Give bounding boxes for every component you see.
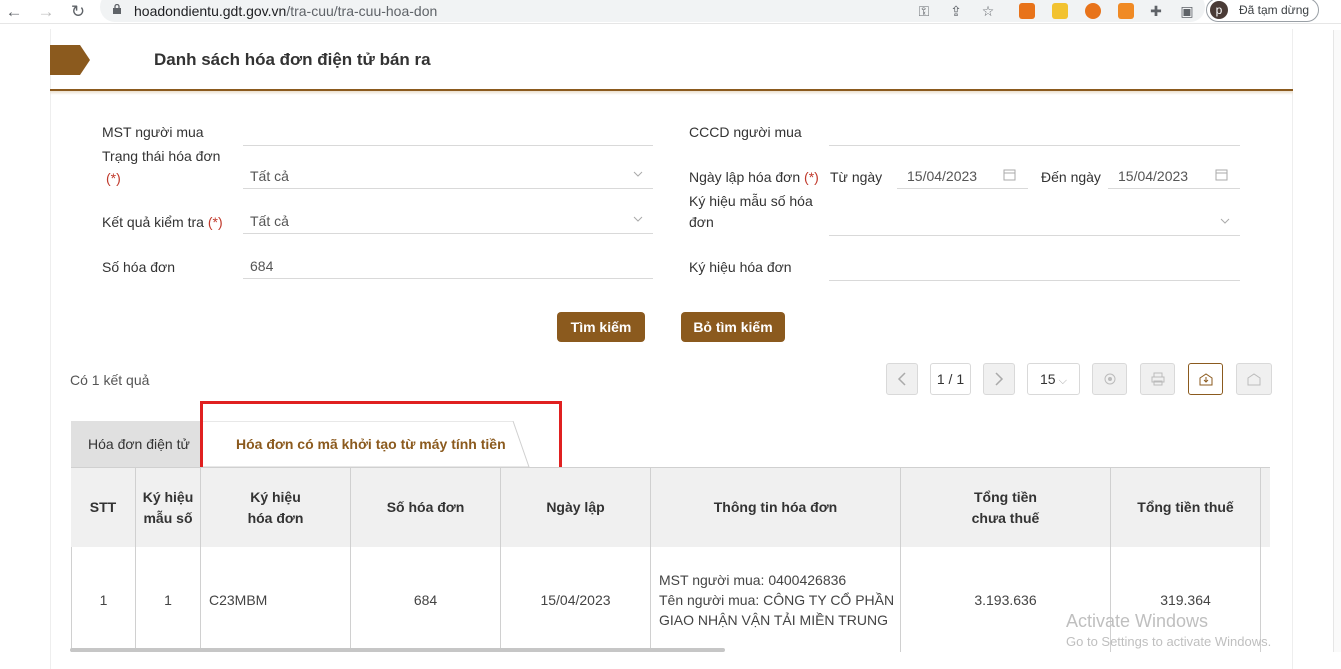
view-button[interactable] xyxy=(1092,363,1127,395)
template-label-2: đơn xyxy=(689,214,714,230)
tab-e-invoice[interactable]: Hóa đơn điện tử xyxy=(71,421,201,467)
cell-info: MST người mua: 0400426836 Tên người mua:… xyxy=(651,547,901,652)
mst-input[interactable] xyxy=(243,122,653,146)
cccd-input[interactable] xyxy=(829,122,1240,146)
print-button[interactable] xyxy=(1140,363,1175,395)
cell-stt: 1 xyxy=(71,547,136,652)
symbol-label: Ký hiệu hóa đơn xyxy=(689,259,792,275)
result-check-label: Kết quả kiểm tra (*) xyxy=(102,214,223,230)
share-icon[interactable]: ⇪ xyxy=(948,3,964,19)
avatar: p xyxy=(1210,1,1228,19)
activate-windows-title: Activate Windows xyxy=(1066,611,1209,631)
page-indicator: 1 / 1 xyxy=(930,363,971,395)
template-select[interactable] xyxy=(829,212,1240,236)
url-text[interactable]: hoadondientu.gdt.gov.vn/tra-cuu/tra-cuu-… xyxy=(134,3,437,19)
cell-date: 15/04/2023 xyxy=(501,547,651,652)
header-total-tax: Tổng tiền thuế xyxy=(1111,467,1261,547)
prev-page-button[interactable] xyxy=(886,363,918,395)
page-title: Danh sách hóa đơn điện tử bán ra xyxy=(154,50,431,69)
header-info: Thông tin hóa đơn xyxy=(651,467,901,547)
result-count: Có 1 kết quả xyxy=(70,372,150,388)
calendar-icon xyxy=(1215,169,1228,181)
page-scrollbar[interactable] xyxy=(1333,30,1341,652)
cell-template: 1 xyxy=(136,547,201,652)
highlight-box xyxy=(200,401,562,477)
template-label: Ký hiệu mẫu số hóa xyxy=(689,193,813,209)
chevron-down-icon xyxy=(633,171,643,177)
result-check-select[interactable]: Tất cả xyxy=(243,210,653,234)
invoice-number-input[interactable]: 684 xyxy=(243,255,653,279)
reload-icon[interactable]: ↻ xyxy=(68,2,88,22)
to-date-label: Đến ngày xyxy=(1041,169,1101,185)
from-date-label: Từ ngày xyxy=(830,169,883,185)
clear-search-button[interactable]: Bỏ tìm kiếm xyxy=(681,312,785,342)
mst-label: MST người mua xyxy=(102,124,204,140)
key-icon[interactable]: ⚿ xyxy=(916,3,932,19)
profile-chip[interactable]: p Đã tạm dừng xyxy=(1206,0,1319,22)
date-label: Ngày lập hóa đơn (*) xyxy=(689,169,819,185)
forward-icon[interactable]: → xyxy=(36,2,56,22)
header-invoice-number: Số hóa đơn xyxy=(351,467,501,547)
extension-a-icon[interactable] xyxy=(1019,3,1035,19)
from-date-input[interactable]: 15/04/2023 xyxy=(897,165,1028,189)
to-date-input[interactable]: 15/04/2023 xyxy=(1108,165,1240,189)
page-size-select[interactable]: 15 ⌵ xyxy=(1027,363,1080,395)
table-horizontal-scrollbar[interactable] xyxy=(70,648,725,652)
export-button[interactable] xyxy=(1188,363,1223,395)
activate-windows-subtitle: Go to Settings to activate Windows. xyxy=(1066,634,1272,649)
status-label: Trạng thái hóa đơn xyxy=(102,148,221,164)
chevron-down-icon xyxy=(1220,218,1230,224)
invoice-number-label: Số hóa đơn xyxy=(102,259,176,275)
header-flag-icon xyxy=(50,45,90,75)
chevron-down-icon xyxy=(633,216,643,222)
browser-toolbar: ← → ↻ hoadondientu.gdt.gov.vn/tra-cuu/tr… xyxy=(0,0,1341,24)
chevron-right-icon xyxy=(995,372,1004,386)
header-date: Ngày lập xyxy=(501,467,651,547)
bookmark-star-icon[interactable]: ☆ xyxy=(980,3,996,19)
extension-circle-icon[interactable] xyxy=(1085,3,1101,19)
profile-status: Đã tạm dừng xyxy=(1239,3,1310,17)
export-all-button[interactable] xyxy=(1236,363,1272,395)
sidepanel-icon[interactable]: ▣ xyxy=(1179,3,1195,19)
metamask-icon[interactable] xyxy=(1118,3,1134,19)
view-icon xyxy=(1104,373,1115,385)
back-icon[interactable]: ← xyxy=(4,2,24,22)
export-all-icon xyxy=(1247,373,1261,386)
symbol-input[interactable] xyxy=(829,257,1240,281)
lock-icon xyxy=(113,4,121,14)
extension-notes-icon[interactable] xyxy=(1052,3,1068,19)
status-select[interactable]: Tất cả xyxy=(243,165,653,189)
status-required: (*) xyxy=(106,170,121,186)
search-button[interactable]: Tìm kiếm xyxy=(557,312,645,342)
chevron-left-icon xyxy=(897,372,906,386)
print-icon xyxy=(1151,372,1164,386)
cell-symbol: C23MBM xyxy=(201,547,351,652)
calendar-icon xyxy=(1003,169,1016,181)
header-total-pre-tax: Tổng tiền chưa thuế xyxy=(901,467,1111,547)
cccd-label: CCCD người mua xyxy=(689,124,802,140)
next-page-button[interactable] xyxy=(983,363,1015,395)
puzzle-icon[interactable]: ✚ xyxy=(1148,3,1164,19)
header-stt: STT xyxy=(71,467,136,547)
export-icon xyxy=(1199,373,1212,386)
header-template: Ký hiệu mẫu số xyxy=(136,467,201,547)
header-symbol: Ký hiệu hóa đơn xyxy=(201,467,351,547)
cell-invoice-number: 684 xyxy=(351,547,501,652)
